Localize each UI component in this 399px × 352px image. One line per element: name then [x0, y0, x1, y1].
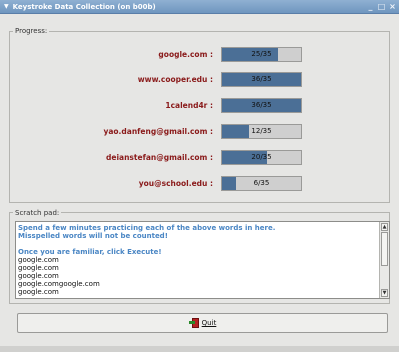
- progress-bar-text: 12/35: [251, 127, 272, 135]
- scratch-typed-line: google.com: [18, 264, 59, 272]
- scroll-down-icon[interactable]: ▼: [381, 289, 388, 297]
- progress-bar: 6/35: [221, 176, 302, 191]
- progress-bar-text: 25/35: [251, 50, 272, 58]
- scratch-scrollbar[interactable]: ▲ ▼: [379, 222, 389, 298]
- bottom-edge: [0, 346, 399, 352]
- quit-label: Quit: [201, 319, 217, 327]
- scratch-hint-line: Once you are familiar, click Execute!: [18, 248, 162, 256]
- progress-bar-text: 20/35: [251, 153, 272, 161]
- scratch-group-label: Scratch pad:: [13, 209, 62, 217]
- scratch-pad-content[interactable]: Spend a few minutes practicing each of t…: [18, 224, 378, 296]
- scratch-pad-textarea[interactable]: Spend a few minutes practicing each of t…: [15, 221, 390, 299]
- scroll-up-icon[interactable]: ▲: [381, 223, 388, 231]
- progress-label: google.com :: [158, 50, 213, 59]
- scratch-typed-line: google.com: [18, 256, 59, 264]
- progress-bar-text: 36/35: [251, 75, 272, 83]
- quit-button[interactable]: Quit: [17, 313, 388, 333]
- progress-bar: 36/35: [221, 72, 302, 87]
- progress-label: www.cooper.edu :: [137, 75, 213, 84]
- scratch-hint-line: [18, 240, 378, 248]
- progress-bar: 12/35: [221, 124, 302, 139]
- progress-label: deianstefan@gmail.com :: [106, 153, 213, 162]
- scratch-typed-line: google.comgoogle.com: [18, 280, 100, 288]
- progress-bar-text: 36/35: [251, 101, 272, 109]
- scrollbar-thumb[interactable]: [381, 232, 388, 266]
- progress-group-label: Progress:: [13, 27, 50, 35]
- progress-bar: 25/35: [221, 47, 302, 62]
- progress-bar: 36/35: [221, 98, 302, 113]
- close-icon[interactable]: ×: [388, 1, 397, 12]
- scratch-typed-line: google.com: [18, 288, 59, 296]
- scratch-typed-line: google.com: [18, 272, 59, 280]
- minimize-icon[interactable]: _: [366, 1, 375, 12]
- window-controls: _ □ ×: [366, 1, 397, 12]
- exit-door-icon: [188, 318, 199, 328]
- progress-label: yao.danfeng@gmail.com :: [103, 127, 213, 136]
- scratch-hint-line: Misspelled words will not be counted!: [18, 232, 168, 240]
- window-menu-icon[interactable]: ▼: [4, 3, 9, 10]
- progress-label: you@school.edu :: [138, 179, 213, 188]
- progress-label: 1calend4r :: [165, 101, 213, 110]
- window-titlebar[interactable]: ▼ Keystroke Data Collection (on b00b) _ …: [0, 0, 399, 14]
- scratch-hint-line: Spend a few minutes practicing each of t…: [18, 224, 276, 232]
- window-title: Keystroke Data Collection (on b00b): [12, 2, 156, 11]
- maximize-icon[interactable]: □: [377, 1, 386, 12]
- progress-bar: 20/35: [221, 150, 302, 165]
- progress-bar-text: 6/35: [253, 179, 270, 187]
